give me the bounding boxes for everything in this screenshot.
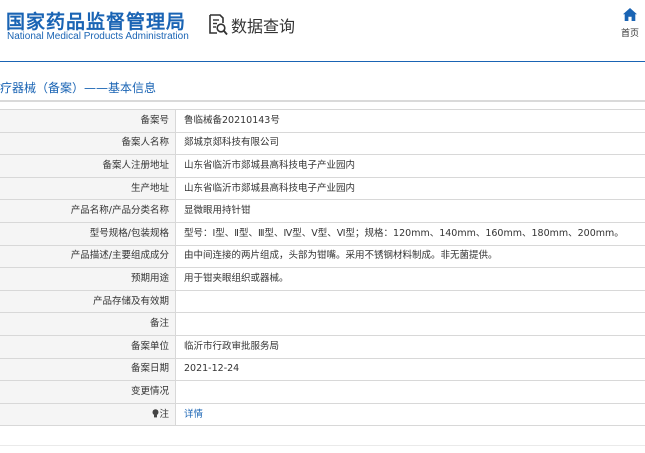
field-value: 山东省临沂市郯城县高科技电子产业园内	[175, 154, 645, 178]
table-row: 产品名称/产品分类名称 显微眼用持针钳	[0, 199, 645, 223]
table-row: 备案单位 临沂市行政审批服务局	[0, 334, 645, 359]
table-row: 备案人注册地址 山东省临沂市郯城县高科技电子产业园内	[0, 154, 645, 178]
field-label: 预期用途	[0, 267, 176, 291]
details-link[interactable]: 详情	[184, 409, 203, 420]
table-row: 生产地址 山东省临沂市郯城县高科技电子产业园内	[0, 176, 645, 201]
data-query-heading: 数据查询	[208, 14, 295, 36]
table-row: 注 详情	[0, 402, 645, 427]
field-value: 山东省临沂市郯城县高科技电子产业园内	[175, 176, 645, 201]
field-label: 备案日期	[0, 357, 176, 382]
field-value	[175, 312, 645, 336]
document-search-icon	[209, 14, 228, 36]
field-value: 用于钳夹眼组织或器械。	[175, 267, 645, 291]
field-label: 生产地址	[0, 176, 176, 201]
field-label: 产品名称/产品分类名称	[0, 199, 176, 223]
table-row: 预期用途 用于钳夹眼组织或器械。	[0, 267, 645, 291]
table-row: 型号规格/包装规格 型号：Ⅰ型、Ⅱ型、Ⅲ型、Ⅳ型、Ⅴ型、Ⅵ型；规格：120mm、…	[0, 221, 645, 246]
field-value: 型号：Ⅰ型、Ⅱ型、Ⅲ型、Ⅳ型、Ⅴ型、Ⅵ型；规格：120mm、140mm、160m…	[175, 221, 645, 246]
field-label: 备案号	[0, 109, 176, 133]
table-row: 备注	[0, 312, 645, 336]
field-label: 备案单位	[0, 334, 176, 359]
field-value: 显微眼用持针钳	[175, 199, 645, 223]
table-row: 产品存储及有效期	[0, 289, 645, 314]
header-divider	[0, 61, 645, 62]
record-detail-table: 备案号 鲁临械备20210143号 备案人名称 郯城京郯科技有限公司 备案人注册…	[0, 109, 645, 427]
field-value	[175, 289, 645, 314]
field-label: 产品描述/主要组成成分	[0, 244, 176, 269]
table-row: 备案号 鲁临械备20210143号	[0, 109, 645, 133]
note-label-cell: 注	[0, 402, 176, 427]
field-label: 备注	[0, 312, 176, 336]
home-link[interactable]: 首页	[616, 8, 644, 39]
site-header: 国家药品监督管理局 National Medical Products Admi…	[0, 0, 645, 50]
section-divider	[0, 100, 645, 102]
field-label: 型号规格/包装规格	[0, 221, 176, 246]
table-row: 变更情况	[0, 380, 645, 404]
field-label: 备案人名称	[0, 131, 176, 156]
field-value: 详情	[175, 402, 645, 427]
field-value: 2021-12-24	[175, 357, 645, 382]
site-title-en[interactable]: National Medical Products Administration	[7, 31, 189, 42]
table-row: 产品描述/主要组成成分 由中间连接的两片组成，头部为钳嘴。采用不锈钢材料制成。非…	[0, 244, 645, 269]
field-label: 备案人注册地址	[0, 154, 176, 178]
field-label: 产品存储及有效期	[0, 289, 176, 314]
home-label: 首页	[620, 29, 639, 39]
field-label: 变更情况	[0, 380, 176, 404]
site-title-cn[interactable]: 国家药品监督管理局	[6, 7, 186, 34]
section-title: 医疗器械（备案）——基本信息	[0, 81, 157, 95]
field-value	[175, 380, 645, 404]
field-value: 郯城京郯科技有限公司	[175, 131, 645, 156]
home-icon	[623, 8, 637, 21]
footer-divider	[0, 445, 645, 446]
field-label: 注	[159, 408, 169, 420]
field-value: 鲁临械备20210143号	[175, 109, 645, 133]
table-row: 备案人名称 郯城京郯科技有限公司	[0, 131, 645, 156]
data-query-title: 数据查询	[231, 17, 296, 36]
field-value: 由中间连接的两片组成，头部为钳嘴。采用不锈钢材料制成。非无菌提供。	[175, 244, 645, 269]
table-row: 备案日期 2021-12-24	[0, 357, 645, 382]
field-value: 临沂市行政审批服务局	[175, 334, 645, 359]
